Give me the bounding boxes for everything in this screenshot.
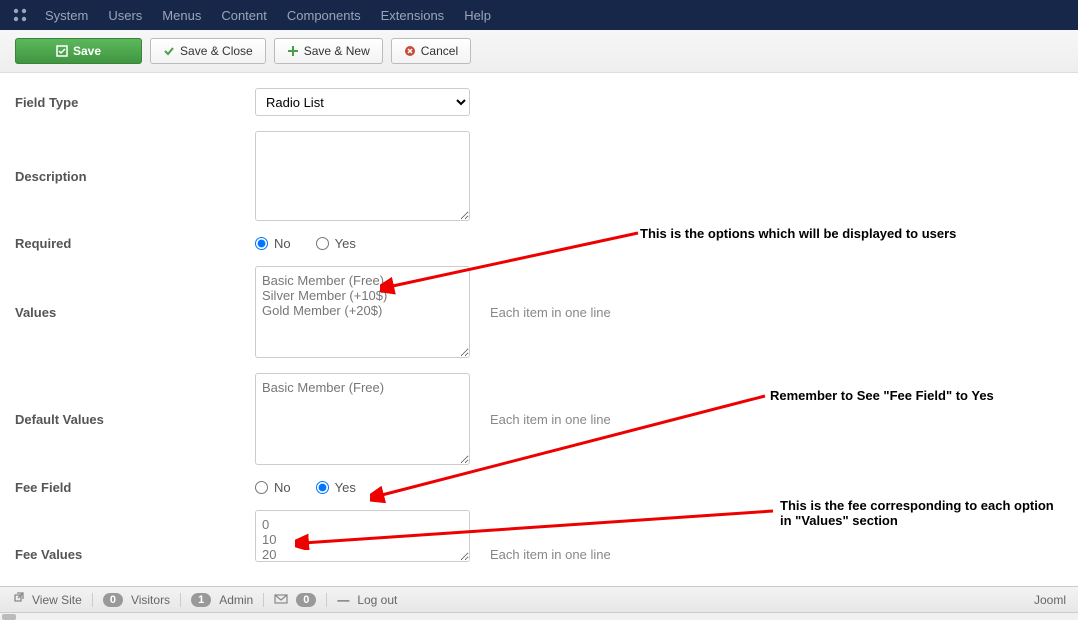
row-field-type: Field Type Radio List — [15, 88, 1063, 116]
row-values: Values Each item in one line — [15, 266, 1063, 358]
menu-extensions[interactable]: Extensions — [381, 8, 445, 23]
fee-values-textarea[interactable] — [255, 510, 470, 562]
values-label: Values — [15, 305, 255, 320]
required-no-radio[interactable] — [255, 237, 268, 250]
row-fee-field: Fee Field No Yes — [15, 480, 1063, 495]
default-values-textarea[interactable] — [255, 373, 470, 465]
admin-badge: 1 — [191, 593, 211, 607]
fee-no-option[interactable]: No — [255, 480, 291, 495]
description-label: Description — [15, 169, 255, 184]
mail-icon — [274, 593, 288, 607]
fee-yes-option[interactable]: Yes — [316, 480, 356, 495]
annotation-fee-values: This is the fee corresponding to each op… — [780, 498, 1060, 528]
cancel-label: Cancel — [421, 44, 458, 58]
check-icon — [163, 45, 175, 57]
menu-menus[interactable]: Menus — [162, 8, 201, 23]
row-description: Description — [15, 131, 1063, 221]
fee-yes-radio[interactable] — [316, 481, 329, 494]
save-new-label: Save & New — [304, 44, 370, 58]
fee-field-radio-group: No Yes — [255, 480, 356, 495]
separator — [92, 593, 93, 607]
menu-components[interactable]: Components — [287, 8, 361, 23]
row-default-values: Default Values Each item in one line — [15, 373, 1063, 465]
joomla-logo-icon[interactable] — [10, 5, 30, 25]
save-label: Save — [73, 44, 101, 58]
default-hint: Each item in one line — [490, 412, 611, 427]
plus-icon — [287, 45, 299, 57]
cancel-button[interactable]: Cancel — [391, 38, 471, 64]
values-hint: Each item in one line — [490, 305, 611, 320]
apply-icon — [56, 45, 68, 57]
menu-system[interactable]: System — [45, 8, 88, 23]
menu-users[interactable]: Users — [108, 8, 142, 23]
fee-no-radio[interactable] — [255, 481, 268, 494]
cancel-icon — [404, 45, 416, 57]
required-no-option[interactable]: No — [255, 236, 291, 251]
annotation-fee-field: Remember to See "Fee Field" to Yes — [770, 388, 994, 403]
save-close-button[interactable]: Save & Close — [150, 38, 266, 64]
separator — [326, 593, 327, 607]
save-button[interactable]: Save — [15, 38, 142, 64]
save-new-button[interactable]: Save & New — [274, 38, 383, 64]
fee-values-label: Fee Values — [15, 547, 255, 562]
required-radio-group: No Yes — [255, 236, 356, 251]
fee-field-label: Fee Field — [15, 480, 255, 495]
required-yes-option[interactable]: Yes — [316, 236, 356, 251]
top-navbar: System Users Menus Content Components Ex… — [0, 0, 1078, 30]
required-yes-radio[interactable] — [316, 237, 329, 250]
field-type-label: Field Type — [15, 95, 255, 110]
view-site-link[interactable]: View Site — [32, 593, 82, 607]
action-toolbar: Save Save & Close Save & New Cancel — [0, 30, 1078, 73]
annotation-options: This is the options which will be displa… — [640, 226, 956, 241]
admin-label: Admin — [219, 593, 253, 607]
logout-link[interactable]: Log out — [357, 593, 397, 607]
external-link-icon — [12, 592, 24, 607]
description-textarea[interactable] — [255, 131, 470, 221]
top-menu: System Users Menus Content Components Ex… — [45, 8, 491, 23]
default-values-label: Default Values — [15, 412, 255, 427]
separator — [263, 593, 264, 607]
visitors-label: Visitors — [131, 593, 170, 607]
menu-content[interactable]: Content — [221, 8, 267, 23]
horizontal-scrollbar[interactable] — [0, 612, 1078, 620]
required-label: Required — [15, 236, 255, 251]
values-textarea[interactable] — [255, 266, 470, 358]
status-bar: View Site 0 Visitors 1 Admin 0 — Log out… — [0, 586, 1078, 612]
save-close-label: Save & Close — [180, 44, 253, 58]
fee-values-hint: Each item in one line — [490, 547, 611, 562]
scrollbar-thumb[interactable] — [2, 614, 16, 620]
separator — [180, 593, 181, 607]
menu-help[interactable]: Help — [464, 8, 491, 23]
field-type-select[interactable]: Radio List — [255, 88, 470, 116]
brand-label: Jooml — [1034, 593, 1066, 607]
messages-badge: 0 — [296, 593, 316, 607]
visitors-badge: 0 — [103, 593, 123, 607]
